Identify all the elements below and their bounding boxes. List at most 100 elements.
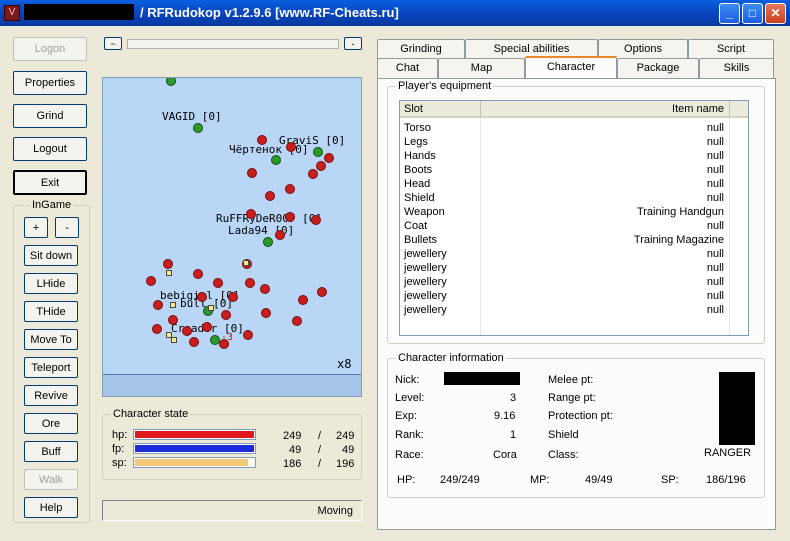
equipment-slot[interactable]: Coat	[404, 219, 479, 233]
zoom-in-button[interactable]: -	[344, 37, 362, 50]
equipment-slot[interactable]: jewellery	[404, 275, 479, 289]
mob-dot[interactable]	[311, 215, 321, 225]
item-square[interactable]	[171, 337, 177, 343]
walk-button[interactable]: Walk	[24, 469, 78, 490]
equipment-item[interactable]: null	[482, 149, 724, 163]
teleport-button[interactable]: Teleport	[24, 357, 78, 378]
equipment-slot[interactable]: jewellery	[404, 289, 479, 303]
mob-dot[interactable]	[292, 316, 302, 326]
equipment-slot[interactable]: Legs	[404, 135, 479, 149]
tab-script[interactable]: Script	[688, 39, 774, 59]
logout-button[interactable]: Logout	[13, 137, 87, 161]
equipment-item[interactable]: null	[482, 289, 724, 303]
mob-dot[interactable]	[163, 259, 173, 269]
mob-dot[interactable]	[219, 339, 229, 349]
buff-button[interactable]: Buff	[24, 441, 78, 462]
mob-dot[interactable]	[168, 315, 178, 325]
tab-package[interactable]: Package	[617, 58, 699, 78]
sit-down-button[interactable]: Sit down	[24, 245, 78, 266]
mob-dot[interactable]	[228, 292, 238, 302]
mob-dot[interactable]	[221, 310, 231, 320]
item-square[interactable]	[170, 302, 176, 308]
ore-button[interactable]: Ore	[24, 413, 78, 434]
player-dot[interactable]	[271, 155, 281, 165]
exit-button[interactable]: Exit	[13, 170, 87, 195]
zoom-out-button[interactable]: ~	[104, 37, 122, 50]
equipment-slot[interactable]: jewellery	[404, 247, 479, 261]
mob-dot[interactable]	[243, 330, 253, 340]
equipment-slot[interactable]: jewellery	[404, 303, 479, 317]
mob-dot[interactable]	[189, 337, 199, 347]
item-square[interactable]	[243, 260, 249, 266]
tab-character[interactable]: Character	[525, 56, 617, 78]
player-dot[interactable]	[313, 147, 323, 157]
equipment-item[interactable]: null	[482, 275, 724, 289]
mob-dot[interactable]	[260, 284, 270, 294]
mob-dot[interactable]	[193, 269, 203, 279]
app-icon[interactable]: V	[4, 5, 20, 21]
plus-button[interactable]: +	[24, 217, 48, 238]
equipment-slot[interactable]: Weapon	[404, 205, 479, 219]
equipment-item[interactable]: null	[482, 247, 724, 261]
equipment-list[interactable]: Slot Item name Torso null Legs null Hands nul…	[399, 100, 749, 336]
equipment-item[interactable]: null	[482, 135, 724, 149]
equipment-slot[interactable]: Shield	[404, 191, 479, 205]
mob-dot[interactable]	[286, 142, 296, 152]
tab-map[interactable]: Map	[438, 58, 525, 78]
mob-dot[interactable]	[308, 169, 318, 179]
minimize-button[interactable]: _	[719, 3, 740, 24]
mob-dot[interactable]	[261, 308, 271, 318]
tab-chat[interactable]: Chat	[377, 58, 438, 78]
equipment-item[interactable]: null	[482, 163, 724, 177]
maximize-button[interactable]: □	[742, 3, 763, 24]
mob-dot[interactable]	[285, 184, 295, 194]
mob-dot[interactable]	[247, 168, 257, 178]
mob-dot[interactable]	[146, 276, 156, 286]
equipment-item[interactable]: Training Handgun	[482, 205, 724, 219]
item-square[interactable]	[208, 305, 214, 311]
equipment-item[interactable]: null	[482, 191, 724, 205]
equipment-slot[interactable]: Boots	[404, 163, 479, 177]
mob-dot[interactable]	[257, 135, 267, 145]
revive-button[interactable]: Revive	[24, 385, 78, 406]
logon-button[interactable]: Logon	[13, 37, 87, 61]
equipment-item[interactable]: null	[482, 177, 724, 191]
thide-button[interactable]: THide	[24, 301, 78, 322]
mob-dot[interactable]	[285, 212, 295, 222]
mob-dot[interactable]	[213, 278, 223, 288]
move-to-button[interactable]: Move To	[24, 329, 78, 350]
close-button[interactable]: ✕	[765, 3, 786, 24]
mob-dot[interactable]	[316, 161, 326, 171]
mob-dot[interactable]	[317, 287, 327, 297]
zoom-slider[interactable]	[127, 39, 339, 49]
equipment-slot[interactable]: Hands	[404, 149, 479, 163]
help-button[interactable]: Help	[24, 497, 78, 518]
grind-button[interactable]: Grind	[13, 104, 87, 128]
mob-dot[interactable]	[202, 322, 212, 332]
mob-dot[interactable]	[152, 324, 162, 334]
player-dot[interactable]	[166, 78, 176, 86]
equipment-slot[interactable]: Head	[404, 177, 479, 191]
mob-dot[interactable]	[275, 230, 285, 240]
equipment-slot[interactable]: Bullets	[404, 233, 479, 247]
equipment-item[interactable]: null	[482, 121, 724, 135]
mob-dot[interactable]	[298, 295, 308, 305]
tab-skills[interactable]: Skills	[699, 58, 774, 78]
tab-grinding[interactable]: Grinding	[377, 39, 465, 59]
player-dot[interactable]	[263, 237, 273, 247]
equipment-slot[interactable]: jewellery	[404, 261, 479, 275]
lhide-button[interactable]: LHide	[24, 273, 78, 294]
minus-button[interactable]: -	[55, 217, 79, 238]
equipment-item[interactable]: null	[482, 261, 724, 275]
equipment-item[interactable]: null	[482, 219, 724, 233]
mob-dot[interactable]	[324, 153, 334, 163]
mob-dot[interactable]	[246, 209, 256, 219]
radar-map[interactable]: x8 VAGID [0] GraviS [0] Чёртенок [0] RuF…	[102, 77, 362, 397]
mob-dot[interactable]	[245, 278, 255, 288]
mob-dot[interactable]	[265, 191, 275, 201]
mob-dot[interactable]	[182, 326, 192, 336]
player-dot[interactable]	[193, 123, 203, 133]
column-slot[interactable]: Slot	[400, 101, 481, 118]
item-square[interactable]	[166, 270, 172, 276]
equipment-item[interactable]: Training Magazine	[482, 233, 724, 247]
